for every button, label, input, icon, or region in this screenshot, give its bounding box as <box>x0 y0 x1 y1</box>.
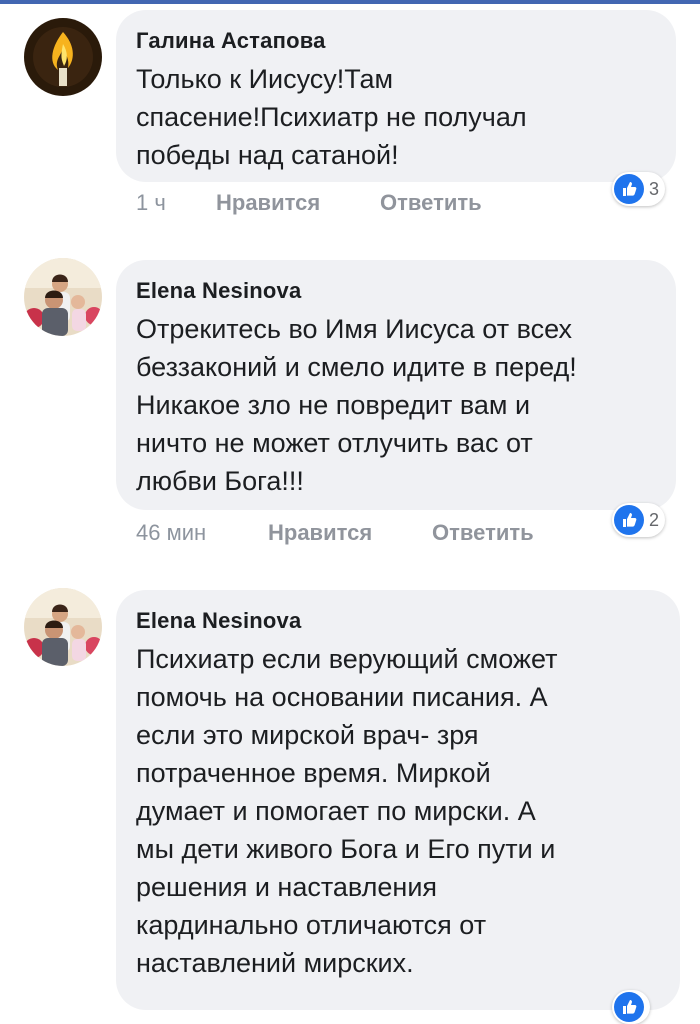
comment-meta: 46 мин Нравится Ответить <box>136 520 596 550</box>
reaction-count: 3 <box>649 178 660 199</box>
reply-button[interactable]: Ответить <box>380 190 482 216</box>
timestamp[interactable]: 1 ч <box>136 190 166 216</box>
candle-flame-avatar[interactable] <box>24 18 102 96</box>
family-photo-avatar[interactable] <box>24 588 102 666</box>
thumbs-up-icon <box>614 992 644 1022</box>
reply-button[interactable]: Ответить <box>432 520 534 546</box>
thumbs-up-icon <box>614 505 644 535</box>
reaction-count: 2 <box>649 509 660 530</box>
comment-bubble: Elena Nesinova Отрекитесь во Имя Иисуса … <box>116 260 676 510</box>
author-name[interactable]: Elena Nesinova <box>136 278 652 304</box>
comment-bubble: Галина Астапова Только к Иисусу!Там спас… <box>116 10 676 182</box>
author-name[interactable]: Elena Nesinova <box>136 608 656 634</box>
comment-text: Психиатр если верующий сможет помочь на … <box>136 644 558 978</box>
like-button[interactable]: Нравится <box>216 190 320 216</box>
author-name[interactable]: Галина Астапова <box>136 28 652 54</box>
family-photo-avatar[interactable] <box>24 258 102 336</box>
like-button[interactable]: Нравится <box>268 520 372 546</box>
thumbs-up-icon <box>614 174 644 204</box>
comment-bubble: Elena Nesinova Психиатр если верующий см… <box>116 590 680 1010</box>
comment-text: Отрекитесь во Имя Иисуса от всех беззако… <box>136 314 577 496</box>
comment-text: Только к Иисусу!Там спасение!Психиатр не… <box>136 64 527 170</box>
reaction-summary[interactable] <box>612 990 650 1024</box>
reaction-summary[interactable]: 2 <box>612 503 666 537</box>
timestamp[interactable]: 46 мин <box>136 520 206 546</box>
reaction-summary[interactable]: 3 <box>612 172 666 206</box>
top-bar <box>0 0 700 4</box>
comment-meta: 1 ч Нравится Ответить <box>136 190 536 220</box>
